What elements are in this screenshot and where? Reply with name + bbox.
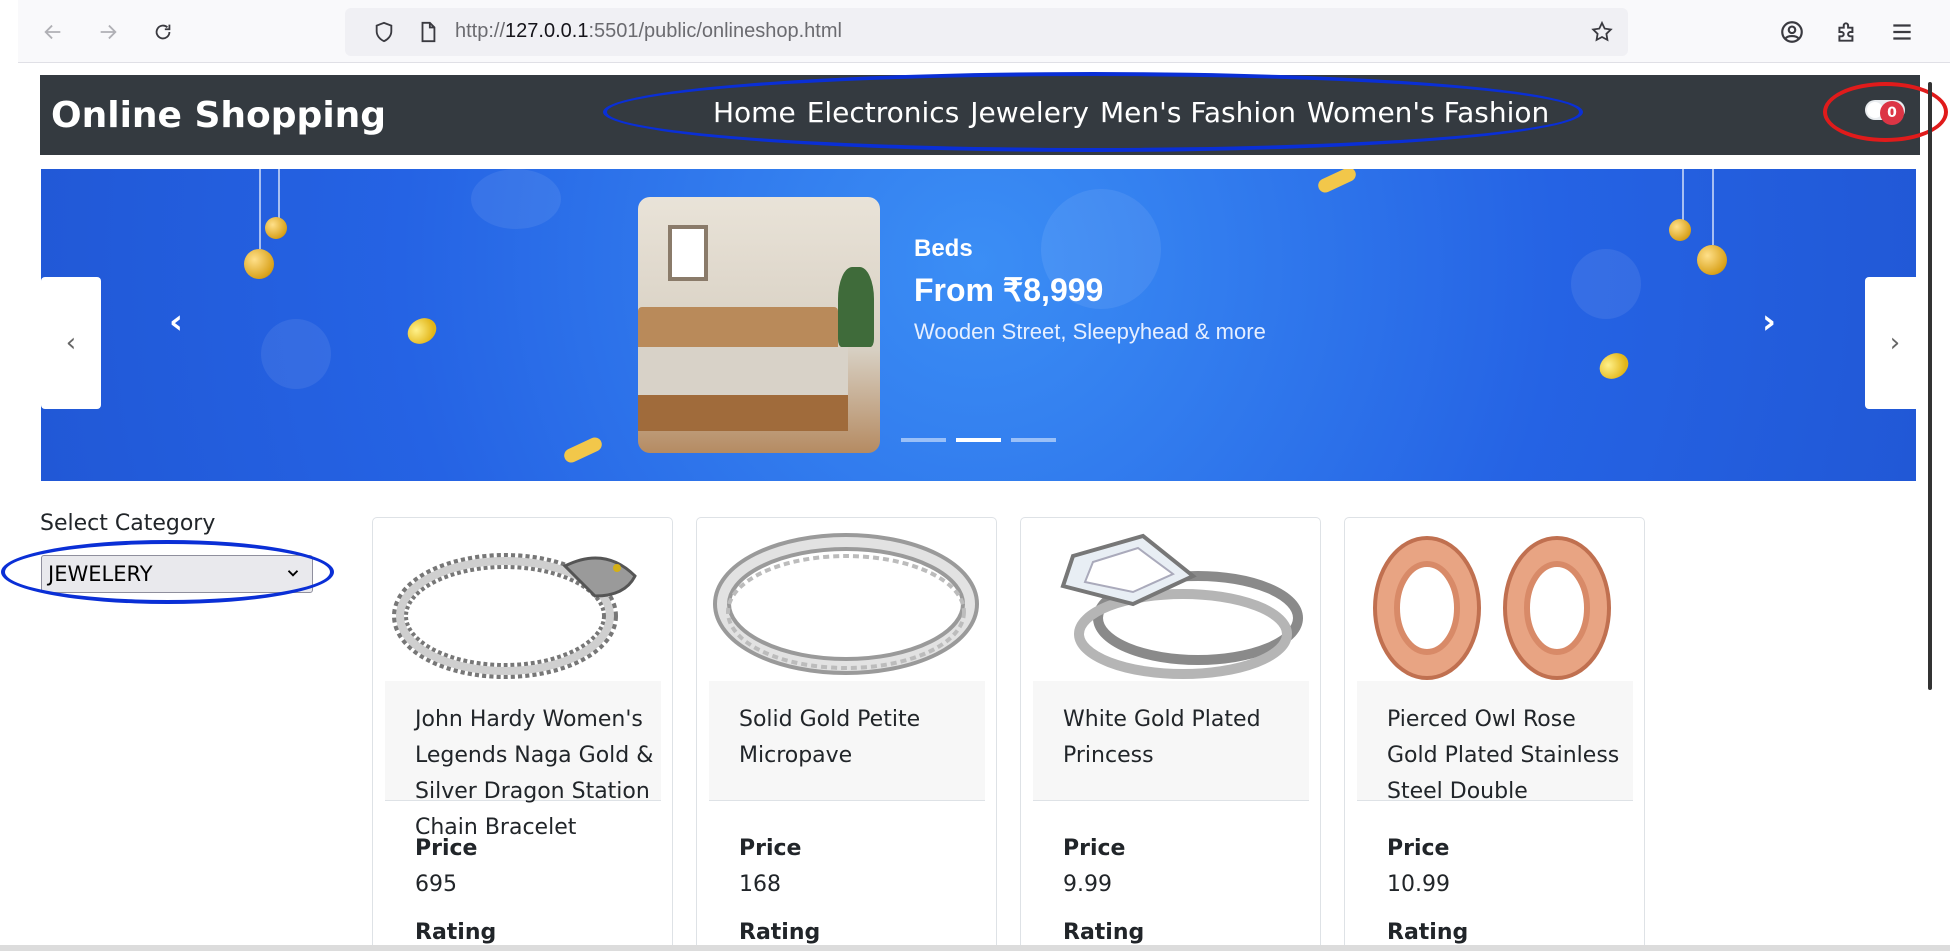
url-text[interactable]: http://127.0.0.1:5501/public/onlineshop.…	[455, 20, 842, 43]
price-value: 10.99	[1387, 872, 1450, 897]
bokeh-decoration	[261, 319, 331, 389]
address-bar[interactable]: http://127.0.0.1:5501/public/onlineshop.…	[345, 8, 1628, 56]
carousel-next-button[interactable]: ›	[1865, 277, 1916, 409]
carousel-indicators	[901, 438, 1056, 442]
promo-price: From ₹8,999	[914, 272, 1104, 308]
product-name[interactable]: Pierced Owl Rose Gold Plated Stainless S…	[1387, 702, 1627, 810]
coin-icon	[1595, 348, 1633, 384]
bed-mattress	[638, 347, 848, 397]
price-value: 9.99	[1063, 872, 1112, 897]
price-label: Price	[415, 836, 478, 861]
engagement-ring-image	[1060, 533, 1303, 679]
indicator-1[interactable]	[901, 438, 946, 442]
product-card[interactable]: Pierced Owl Rose Gold Plated Stainless S…	[1344, 517, 1645, 951]
price-label: Price	[1063, 836, 1126, 861]
page-scrollbar[interactable]	[1928, 82, 1932, 690]
price-value: 168	[739, 872, 781, 897]
slide-prev-icon[interactable]: ‹	[169, 305, 183, 339]
plant-decoration	[838, 267, 874, 347]
promo-subtitle: Wooden Street, Sleepyhead & more	[914, 319, 1266, 344]
promo-category: Beds	[914, 235, 973, 262]
ribbon-icon	[561, 435, 605, 465]
ornament-icon	[1669, 169, 1695, 245]
wall-art-decoration	[668, 225, 708, 281]
rating-label: Rating	[1387, 920, 1469, 945]
category-label: Select Category	[40, 511, 216, 536]
bed-base	[638, 395, 848, 431]
price-label: Price	[739, 836, 802, 861]
reload-icon	[155, 24, 171, 40]
arrow-right-icon	[100, 24, 117, 40]
plugs-image	[1373, 536, 1611, 680]
ornament-icon	[265, 169, 291, 239]
carousel-prev-button[interactable]: ‹	[41, 277, 101, 409]
cart-count-badge[interactable]: 0	[1880, 101, 1904, 125]
category-selected-value: JEWELERY	[48, 562, 153, 586]
rating-label: Rating	[739, 920, 821, 945]
product-name[interactable]: White Gold Plated Princess	[1063, 702, 1303, 774]
ribbon-icon	[1315, 169, 1359, 195]
product-card[interactable]: White Gold Plated Princess Price 9.99 Ra…	[1020, 517, 1321, 951]
nav-mens-fashion[interactable]: Men's Fashion	[1100, 96, 1296, 129]
nav-links: Home Electronics Jewelery Men's Fashion …	[713, 96, 1549, 129]
product-name[interactable]: John Hardy Women's Legends Naga Gold & S…	[415, 702, 655, 846]
nav-electronics[interactable]: Electronics	[807, 96, 960, 129]
nav-home[interactable]: Home	[713, 96, 796, 129]
page-icon[interactable]	[417, 21, 439, 43]
bracelet-image	[392, 553, 637, 679]
nav-jewelery[interactable]: Jewelery	[970, 96, 1089, 129]
indicator-3[interactable]	[1011, 438, 1056, 442]
rating-label: Rating	[1063, 920, 1145, 945]
ring-image	[713, 533, 979, 675]
url-prefix: http://	[455, 20, 506, 42]
ornament-icon	[1697, 169, 1727, 279]
promo-carousel: ‹ › ‹ › Beds From ₹8,999 Wooden Street, …	[41, 169, 1916, 481]
url-host: 127.0.0.1	[505, 20, 589, 42]
site-navbar: Online Shopping Home Electronics Jeweler…	[40, 75, 1920, 155]
extensions-button[interactable]	[1829, 14, 1865, 50]
nav-womens-fashion[interactable]: Women's Fashion	[1307, 96, 1549, 129]
back-button[interactable]	[35, 14, 71, 50]
product-name[interactable]: Solid Gold Petite Micropave	[739, 702, 979, 774]
bokeh-decoration	[1571, 249, 1641, 319]
account-button[interactable]	[1774, 14, 1810, 50]
chevron-right-icon: ›	[1889, 328, 1901, 358]
viewport-bottom-edge	[0, 945, 1950, 951]
product-card[interactable]: John Hardy Women's Legends Naga Gold & S…	[372, 517, 673, 951]
account-icon	[1781, 21, 1803, 43]
browser-toolbar: http://127.0.0.1:5501/public/onlineshop.…	[18, 0, 1950, 63]
reload-button[interactable]	[145, 14, 181, 50]
arrow-left-icon	[44, 24, 61, 40]
rating-label: Rating	[415, 920, 497, 945]
slide-next-icon[interactable]: ›	[1762, 305, 1776, 339]
brand-title[interactable]: Online Shopping	[51, 95, 386, 136]
bokeh-decoration	[471, 169, 561, 229]
chevron-left-icon: ‹	[65, 328, 77, 358]
forward-button[interactable]	[90, 14, 126, 50]
url-path: :5501/public/onlineshop.html	[588, 20, 842, 42]
bed-product-image[interactable]	[638, 197, 880, 453]
menu-button[interactable]	[1884, 14, 1920, 50]
hamburger-icon	[1893, 24, 1911, 40]
price-value: 695	[415, 872, 457, 897]
bookmark-star-icon[interactable]	[1590, 20, 1614, 44]
indicator-2[interactable]	[956, 438, 1001, 442]
chevron-down-icon	[287, 570, 299, 577]
coin-icon	[403, 313, 441, 349]
shield-icon[interactable]	[373, 21, 395, 43]
price-label: Price	[1387, 836, 1450, 861]
product-card[interactable]: Solid Gold Petite Micropave Price 168 Ra…	[696, 517, 997, 951]
category-select[interactable]: JEWELERY	[41, 555, 313, 593]
puzzle-icon	[1838, 22, 1854, 42]
